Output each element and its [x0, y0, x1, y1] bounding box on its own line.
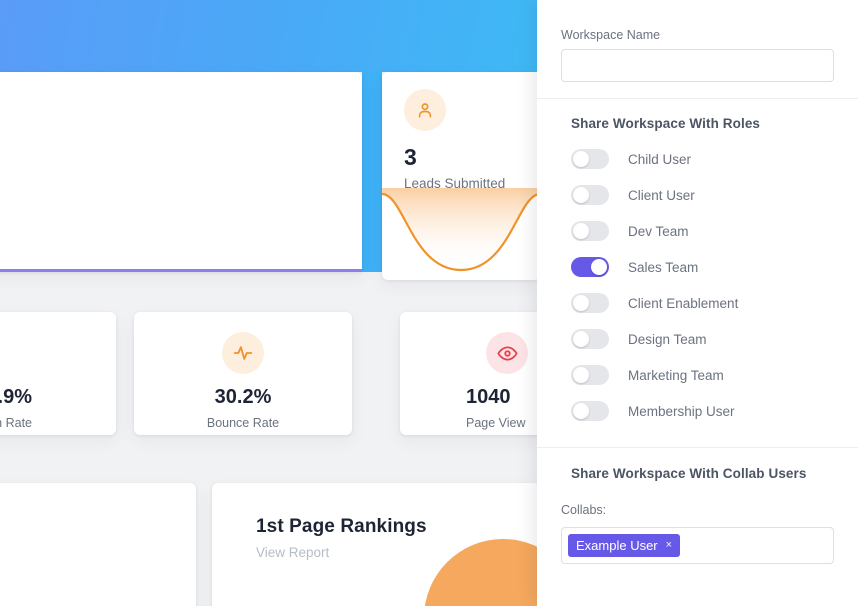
- leads-value: 3: [404, 144, 418, 170]
- role-toggle-client-enablement[interactable]: [571, 293, 609, 313]
- stat-value: 1040: [466, 386, 511, 408]
- roles-toggle-list: Child User Client User Dev Team Sales Te…: [561, 141, 834, 429]
- role-row-child-user[interactable]: Child User: [561, 141, 834, 177]
- rankings-decorative-blob: [424, 539, 540, 606]
- role-label: Client Enablement: [628, 295, 739, 311]
- bottom-left-card[interactable]: [0, 483, 196, 606]
- toggle-knob: [573, 403, 589, 419]
- roles-section-heading: Share Workspace With Roles: [571, 116, 761, 131]
- stat-card-page-views[interactable]: 1040 Page View: [400, 312, 540, 435]
- workspace-name-label: Workspace Name: [561, 28, 661, 42]
- toggle-knob: [573, 331, 589, 347]
- hero-gradient-tail: [362, 72, 382, 272]
- role-row-design-team[interactable]: Design Team: [561, 321, 834, 357]
- role-row-client-user[interactable]: Client User: [561, 177, 834, 213]
- role-toggle-sales-team[interactable]: [571, 257, 609, 277]
- toggle-knob: [573, 187, 589, 203]
- share-workspace-panel: Workspace Name Share Workspace With Role…: [537, 0, 858, 606]
- toggle-knob: [573, 223, 589, 239]
- collabs-field-label: Collabs:: [561, 503, 607, 517]
- toggle-knob: [591, 259, 607, 275]
- activity-pulse-icon: [222, 332, 264, 374]
- dashboard-background: 3 Leads Submitted .9% Rate 30.2% Bounce …: [0, 0, 540, 606]
- user-icon: [404, 89, 446, 131]
- role-label: Membership User: [628, 403, 735, 419]
- close-icon[interactable]: ×: [666, 540, 672, 551]
- stat-value: 30.2%: [214, 386, 272, 408]
- page-rankings-card[interactable]: 1st Page Rankings View Report: [212, 483, 540, 606]
- role-row-sales-team[interactable]: Sales Team: [561, 249, 834, 285]
- toggle-knob: [573, 151, 589, 167]
- role-label: Dev Team: [628, 223, 689, 239]
- collab-users-section: Share Workspace With Collab Users Collab…: [537, 448, 858, 564]
- role-toggle-membership-user[interactable]: [571, 401, 609, 421]
- stat-card-conversion-rate[interactable]: .9% sion Rate: [0, 312, 116, 435]
- collab-section-heading: Share Workspace With Collab Users: [571, 466, 807, 481]
- stat-label: Page View: [466, 416, 526, 430]
- role-toggle-marketing-team[interactable]: [571, 365, 609, 385]
- toggle-knob: [573, 295, 589, 311]
- collab-chip-label: Example User: [576, 538, 658, 553]
- toggle-knob: [573, 367, 589, 383]
- role-label: Client User: [628, 187, 695, 203]
- role-label: Design Team: [628, 331, 707, 347]
- main-chart-panel[interactable]: [0, 72, 362, 272]
- stat-label: Bounce Rate: [206, 416, 280, 430]
- rankings-title: 1st Page Rankings: [256, 516, 427, 537]
- leads-submitted-card[interactable]: 3 Leads Submitted: [382, 72, 540, 280]
- role-toggle-client-user[interactable]: [571, 185, 609, 205]
- role-label: Sales Team: [628, 259, 699, 275]
- stat-value: .9%: [0, 386, 32, 408]
- collabs-chip-input[interactable]: Example User ×: [561, 527, 834, 564]
- role-row-dev-team[interactable]: Dev Team: [561, 213, 834, 249]
- role-label: Marketing Team: [628, 367, 724, 383]
- role-row-client-enablement[interactable]: Client Enablement: [561, 285, 834, 321]
- role-toggle-child-user[interactable]: [571, 149, 609, 169]
- stat-card-bounce-rate[interactable]: 30.2% Bounce Rate: [134, 312, 352, 435]
- hero-gradient-band: [0, 0, 540, 72]
- role-toggle-dev-team[interactable]: [571, 221, 609, 241]
- leads-sparkline: [382, 188, 540, 272]
- stat-label: sion Rate: [0, 416, 32, 430]
- workspace-name-input[interactable]: [561, 49, 834, 82]
- role-toggle-design-team[interactable]: [571, 329, 609, 349]
- role-row-marketing-team[interactable]: Marketing Team: [561, 357, 834, 393]
- collab-chip[interactable]: Example User ×: [568, 534, 681, 557]
- view-report-link[interactable]: View Report: [256, 545, 329, 560]
- eye-icon: [486, 332, 528, 374]
- roles-section: Share Workspace With Roles Child User Cl…: [537, 99, 858, 429]
- role-row-membership-user[interactable]: Membership User: [561, 393, 834, 429]
- app-screen: 3 Leads Submitted .9% Rate 30.2% Bounce …: [0, 0, 858, 606]
- role-label: Child User: [628, 151, 692, 167]
- workspace-name-group: Workspace Name: [537, 0, 858, 82]
